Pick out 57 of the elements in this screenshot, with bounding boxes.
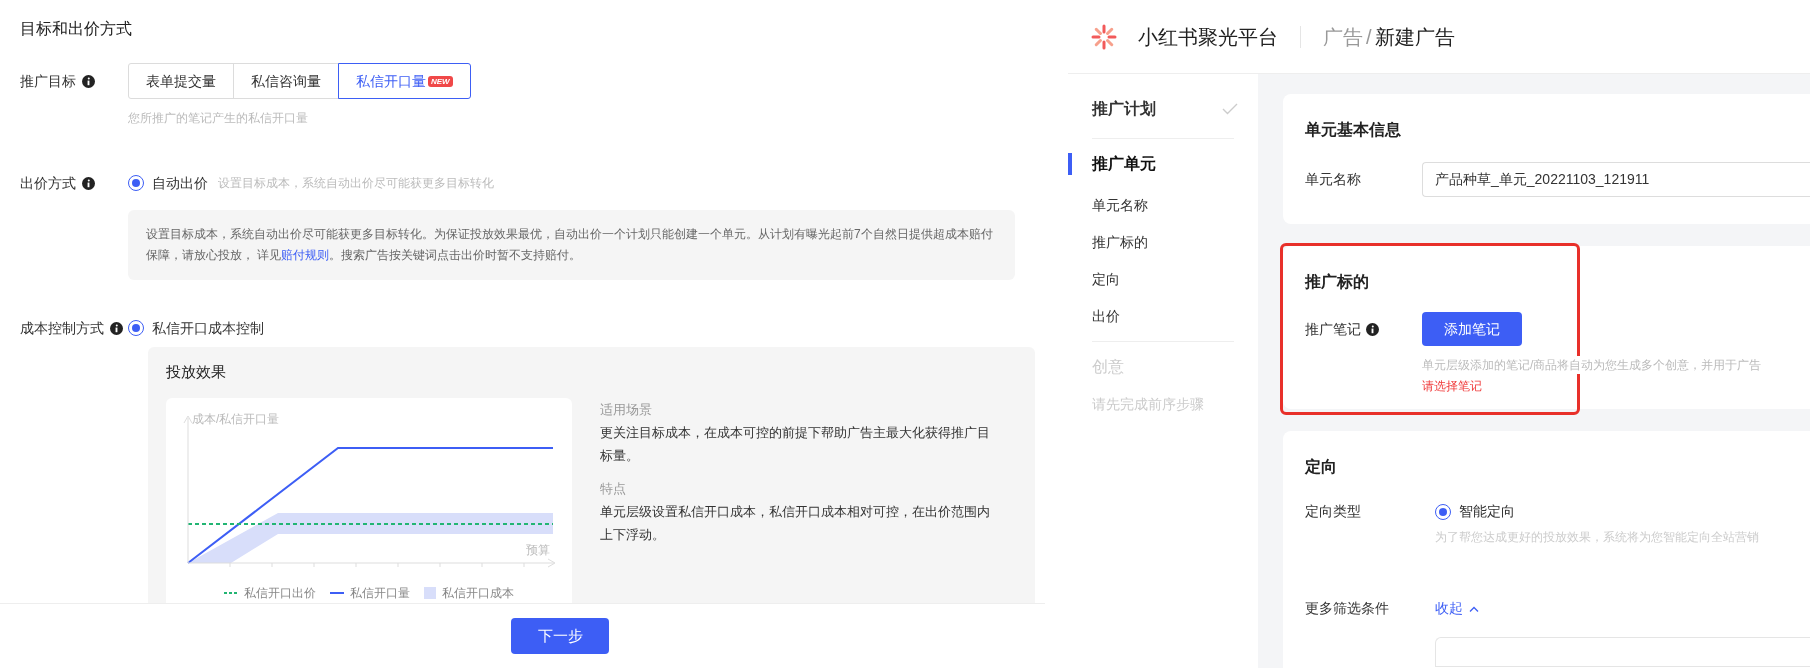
radio-label: 私信开口成本控制 — [152, 318, 264, 338]
field-label: 单元名称 — [1305, 170, 1362, 189]
error-text: 请选择笔记 — [1422, 378, 1483, 395]
input-field[interactable]: 产品种草_单元_20221103_121911 — [1422, 162, 1810, 197]
card-title: 推广标的 — [1305, 272, 1370, 292]
rules-link[interactable]: 赔付规则 — [281, 248, 330, 262]
section-title: 目标和出价方式 — [20, 19, 133, 39]
legend-label: 私信开口量 — [350, 584, 410, 602]
brand-name: 小红书聚光平台 — [1138, 24, 1278, 50]
step-subitem[interactable]: 单元名称 — [1092, 195, 1234, 216]
desc-heading: 特点 — [600, 479, 627, 498]
radio-button[interactable] — [128, 320, 144, 336]
field-label: 推广目标 — [20, 71, 76, 91]
legend-label: 私信开口成本 — [442, 584, 514, 602]
radio-button[interactable] — [1435, 503, 1451, 520]
desc-text: 单元层级设置私信开口成本，私信开口成本相对可控，在出价范围内上下浮动。 — [600, 502, 990, 544]
step-subitem[interactable]: 定向 — [1092, 269, 1234, 290]
field-hint: 您所推广的笔记产生的私信开口量 — [128, 110, 309, 127]
info-icon[interactable] — [1366, 322, 1379, 336]
step-title[interactable]: 推广单元 — [1092, 152, 1156, 176]
input-field[interactable] — [1435, 637, 1810, 667]
panel-title: 投放效果 — [166, 362, 227, 382]
option-hint: 设置目标成本，系统自动出价尽可能获更多目标转化 — [218, 175, 494, 192]
card-title: 定向 — [1305, 457, 1338, 477]
step-subitem[interactable]: 出价 — [1092, 306, 1234, 327]
field-label: 出价方式 — [20, 173, 76, 193]
step-subitem[interactable]: 推广标的 — [1092, 232, 1234, 253]
radio-label: 智能定向 — [1459, 502, 1515, 521]
field-label: 推广笔记 — [1305, 319, 1361, 339]
notice-text: 设置目标成本，系统自动出价尽可能获更多目标转化。为保证投放效果最优，自动出价一个计划只能创建一个单元。从计划有曝光起前7个自然日提供超成本赔付保障，请放心投放， 详见赔付规则。搜索广告按关键词点击出价时暂不支持赔付。 — [146, 226, 994, 264]
desc-heading: 适用场景 — [600, 400, 653, 419]
info-icon[interactable] — [82, 176, 95, 190]
new-badge: NEW — [428, 75, 453, 87]
segment-tab[interactable]: 私信开口量 NEW — [338, 63, 471, 99]
desc-text: 更关注目标成本，在成本可控的前提下帮助广告主最大化获得推广目标量。 — [600, 423, 990, 465]
field-label: 成本控制方式 — [20, 318, 104, 338]
step-title[interactable]: 推广计划 — [1092, 97, 1156, 121]
chevron-up-icon — [1469, 605, 1479, 612]
radio-button[interactable] — [128, 175, 144, 191]
segment-tab[interactable]: 表单提交量 — [128, 63, 234, 99]
legend-label: 私信开口出价 — [244, 584, 316, 602]
info-icon[interactable] — [82, 74, 95, 88]
field-label: 定向类型 — [1305, 502, 1362, 521]
add-note-button[interactable]: 添加笔记 — [1422, 312, 1522, 346]
breadcrumb-separator: / — [1366, 24, 1372, 50]
radio-label: 自动出价 — [152, 173, 208, 193]
axis-label: 成本/私信开口量 — [192, 410, 280, 428]
collapse-link[interactable]: 收起 — [1435, 598, 1479, 619]
card-title: 单元基本信息 — [1305, 120, 1402, 140]
info-icon[interactable] — [110, 321, 123, 335]
field-hint: 单元层级添加的笔记/商品将自动为您生成多个创意，并用于广告 — [1422, 356, 1762, 374]
axis-label: 预算 — [526, 541, 550, 559]
segment-tab[interactable]: 私信咨询量 — [233, 63, 339, 99]
logo-icon — [1090, 22, 1118, 51]
breadcrumb-item: 新建广告 — [1374, 24, 1455, 50]
field-label: 更多筛选条件 — [1305, 599, 1390, 618]
next-button[interactable]: 下一步 — [511, 618, 609, 654]
